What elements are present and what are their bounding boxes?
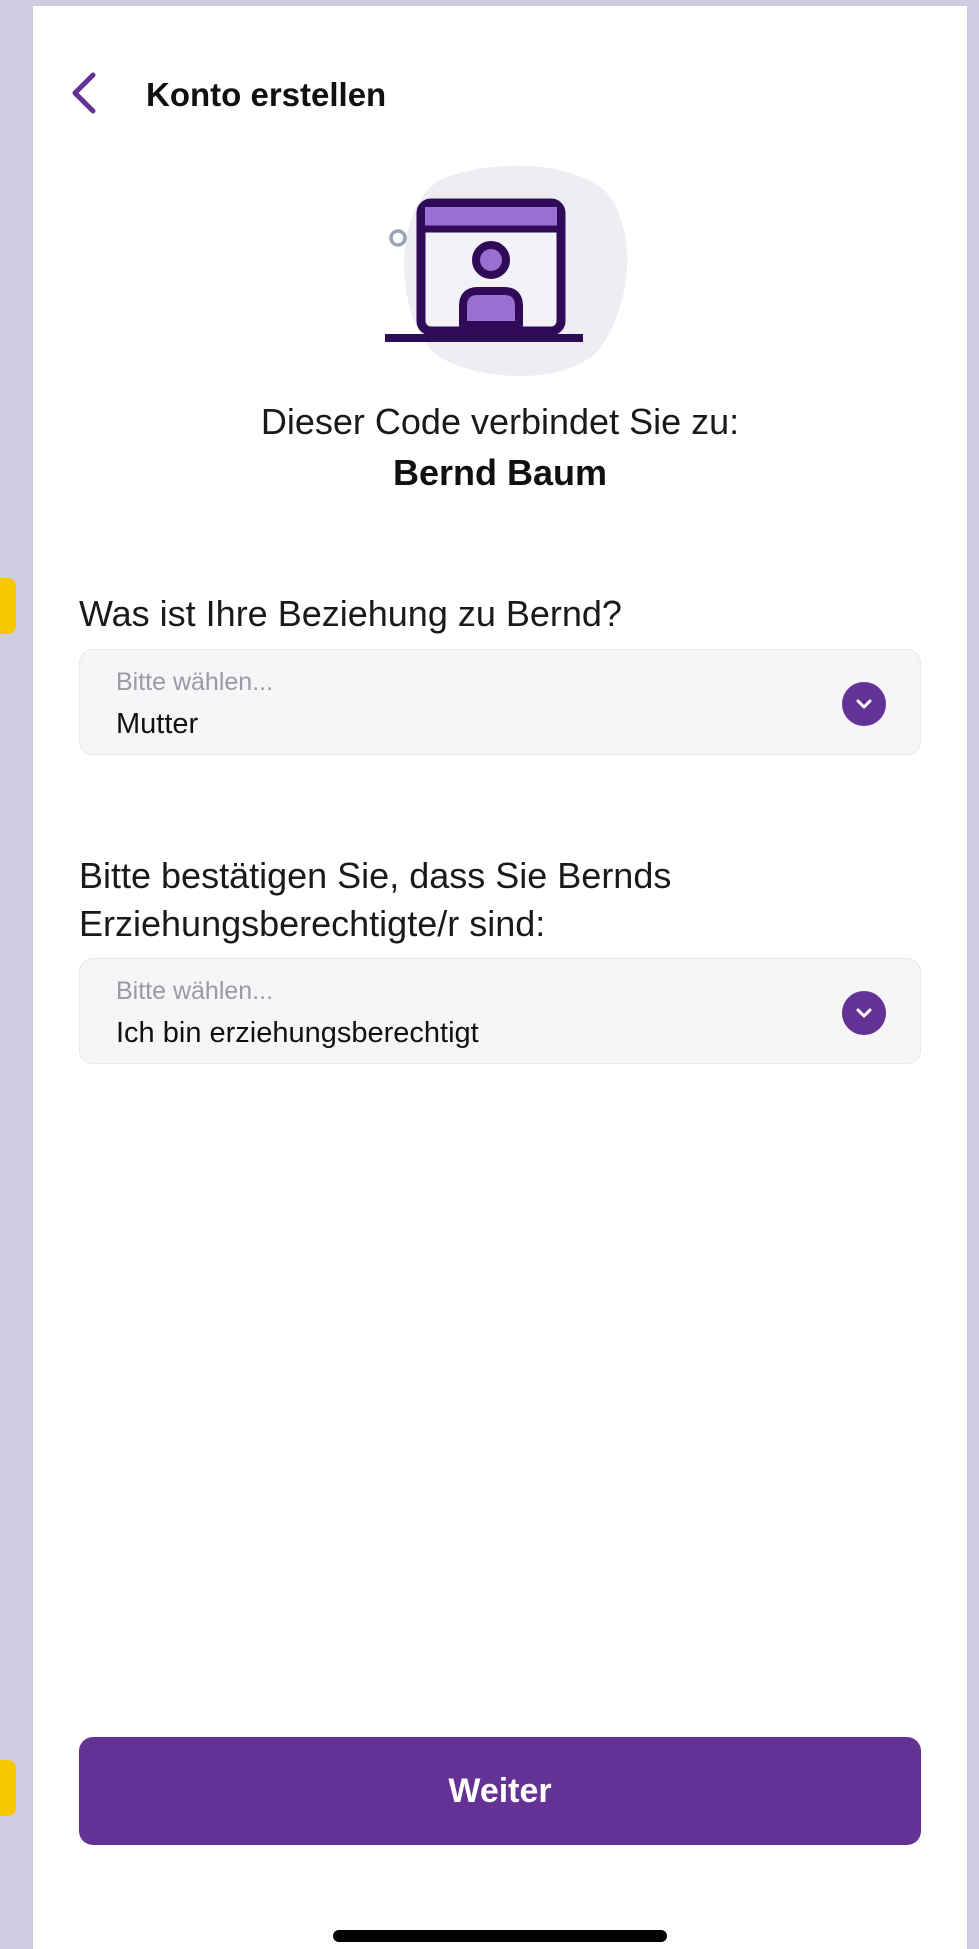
connect-name: Bernd Baum: [392, 452, 608, 493]
relationship-select-value: Mutter: [116, 708, 199, 740]
app-screen: Konto erstellen Dieser Code verbindet Si…: [33, 6, 967, 1949]
relationship-question: Was ist Ihre Beziehung zu Bernd?: [79, 593, 622, 634]
relationship-select[interactable]: Bitte wählen... Mutter: [79, 649, 921, 755]
chevron-left-icon: [72, 72, 96, 114]
relationship-dropdown-toggle[interactable]: [842, 682, 886, 726]
profile-window-illustration: [385, 165, 628, 376]
yellow-marker-top: [0, 578, 16, 634]
chevron-down-icon: [856, 1008, 872, 1018]
home-indicator[interactable]: [333, 1930, 667, 1942]
continue-button[interactable]: Weiter: [79, 1737, 921, 1845]
guardian-dropdown-toggle[interactable]: [842, 991, 886, 1035]
header-bar: Konto erstellen: [33, 66, 967, 120]
guardian-question-line1: Bitte bestätigen Sie, dass Sie Bernds: [79, 855, 672, 896]
back-button[interactable]: [57, 66, 111, 120]
guardian-question: Bitte bestätigen Sie, dass Sie Bernds Er…: [79, 852, 671, 948]
guardian-select[interactable]: Bitte wählen... Ich bin erziehungsberech…: [79, 958, 921, 1064]
connect-description: Dieser Code verbindet Sie zu:: [260, 401, 740, 442]
relationship-select-placeholder: Bitte wählen...: [116, 668, 274, 696]
yellow-marker-bottom: [0, 1760, 16, 1816]
page-title: Konto erstellen: [146, 76, 387, 113]
guardian-select-value: Ich bin erziehungsberechtigt: [116, 1017, 479, 1049]
guardian-select-placeholder: Bitte wählen...: [116, 977, 274, 1005]
guardian-question-line2: Erziehungsberechtigte/r sind:: [79, 903, 546, 944]
chevron-down-icon: [856, 699, 872, 709]
